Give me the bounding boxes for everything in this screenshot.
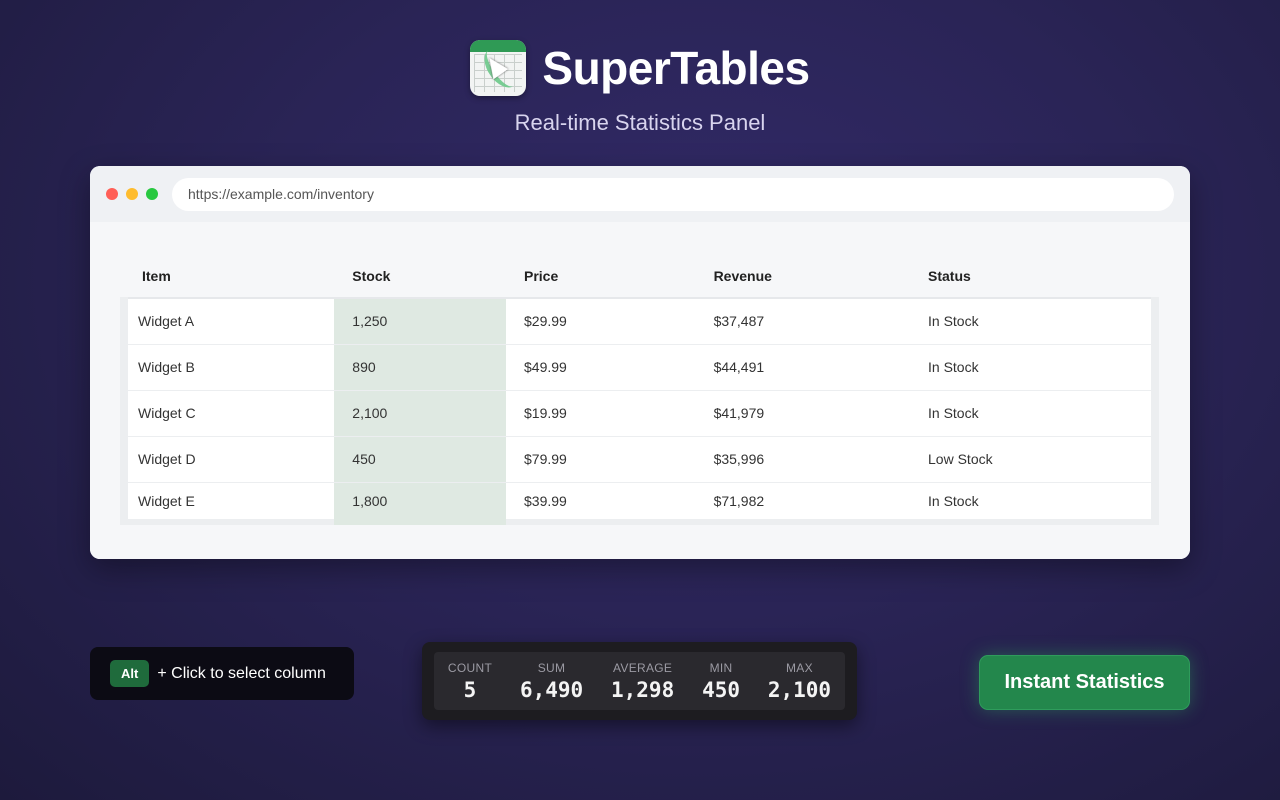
column-header-item[interactable]: Item [124,254,335,299]
minimize-window-button[interactable] [126,188,138,200]
stat-value: 2,100 [767,677,832,702]
table-cell-stock[interactable]: 1,250 [334,298,506,345]
spreadsheet-cursor-icon [470,40,527,96]
table-cell-price[interactable]: $39.99 [506,482,696,525]
table-cell-stock[interactable]: 1,800 [334,482,506,525]
inventory-table: Item Stock Price Revenue Status Widget A 1,25… [119,254,1159,525]
browser-toolbar: https://example.com/inventory [90,166,1190,222]
stat-sum: SUM 6,490 [520,661,583,702]
table-cell-item[interactable]: Widget C [119,390,335,437]
statistics-panel: COUNT 5 SUM 6,490 AVERAGE 1,298 MIN 450 MAX 2,100 [422,642,857,720]
stat-value: 450 [702,677,740,702]
table-cell-revenue[interactable]: $37,487 [695,298,911,345]
table-row[interactable]: Widget A 1,250 $29.99 $37,487 In Stock [119,298,1159,345]
close-window-button[interactable] [106,188,118,200]
table-cell-status[interactable]: In Stock [910,344,1159,391]
table-cell-revenue[interactable]: $44,491 [695,344,911,391]
maximize-window-button[interactable] [146,188,158,200]
table-cell-revenue[interactable]: $35,996 [695,436,911,483]
stat-max: MAX 2,100 [768,661,831,702]
column-header-price[interactable]: Price [506,254,696,299]
table-body: Widget A 1,250 $29.99 $37,487 In Stock Widget… [119,298,1159,525]
table-cell-stock[interactable]: 2,100 [334,390,506,437]
hero: SuperTables Real-time Statistics Panel [0,40,1280,136]
table-cell-status[interactable]: In Stock [910,390,1159,437]
table-cell-price[interactable]: $29.99 [506,298,696,345]
stat-label: AVERAGE [612,660,673,675]
statistics-panel-inner: COUNT 5 SUM 6,490 AVERAGE 1,298 MIN 450 MAX 2,100 [434,652,845,710]
table-cell-revenue[interactable]: $71,982 [695,482,911,525]
stat-label: MIN [709,660,733,675]
table-row[interactable]: Widget B 890 $49.99 $44,491 In Stock [119,344,1159,391]
column-header-status[interactable]: Status [910,254,1155,299]
table-cell-item[interactable]: Widget A [119,298,335,345]
table-cell-revenue[interactable]: $41,979 [695,390,911,437]
brand: SuperTables [0,40,1280,96]
tagline: Real-time Statistics Panel [514,110,766,135]
stat-count: COUNT 5 [448,661,492,702]
table-cell-stock[interactable]: 890 [334,344,506,391]
stat-value: 6,490 [519,677,584,702]
table-cell-status[interactable]: Low Stock [910,436,1159,483]
table-cell-status[interactable]: In Stock [910,482,1159,525]
table-cell-stock[interactable]: 450 [334,436,506,483]
alt-key-badge: Alt [110,660,150,687]
table-row[interactable]: Widget E 1,800 $39.99 $71,982 In Stock [119,482,1159,525]
table-cell-price[interactable]: $19.99 [506,390,696,437]
column-header-stock[interactable]: Stock [334,254,506,299]
table-header-row: Item Stock Price Revenue Status [124,254,1155,299]
table-cell-status[interactable]: In Stock [910,298,1159,345]
table-row[interactable]: Widget D 450 $79.99 $35,996 Low Stock [119,436,1159,483]
column-header-revenue[interactable]: Revenue [695,254,911,299]
page-content: Item Stock Price Revenue Status Widget A 1,25… [90,222,1190,559]
stat-average: AVERAGE 1,298 [611,661,674,702]
shortcut-hint: Alt + Click to select column [90,647,354,700]
table-cell-item[interactable]: Widget E [119,482,335,525]
stat-value: 5 [463,677,477,702]
table-cell-price[interactable]: $49.99 [506,344,696,391]
stat-label: COUNT [447,660,493,675]
table-row[interactable]: Widget C 2,100 $19.99 $41,979 In Stock [119,390,1159,437]
stat-min: MIN 450 [702,661,740,702]
window-controls [106,188,158,200]
instant-statistics-button[interactable]: Instant Statistics [979,655,1190,710]
table-cell-item[interactable]: Widget D [119,436,335,483]
address-bar[interactable]: https://example.com/inventory [172,177,1174,211]
stat-label: SUM [537,660,566,675]
stat-value: 1,298 [611,677,675,702]
stat-label: MAX [786,660,813,675]
table-cell-price[interactable]: $79.99 [506,436,696,483]
browser-window: https://example.com/inventory Item Stock P… [90,166,1190,559]
shortcut-hint-text: + Click to select column [157,664,326,682]
table-cell-item[interactable]: Widget B [119,344,335,391]
app-name: SuperTables [542,42,810,94]
